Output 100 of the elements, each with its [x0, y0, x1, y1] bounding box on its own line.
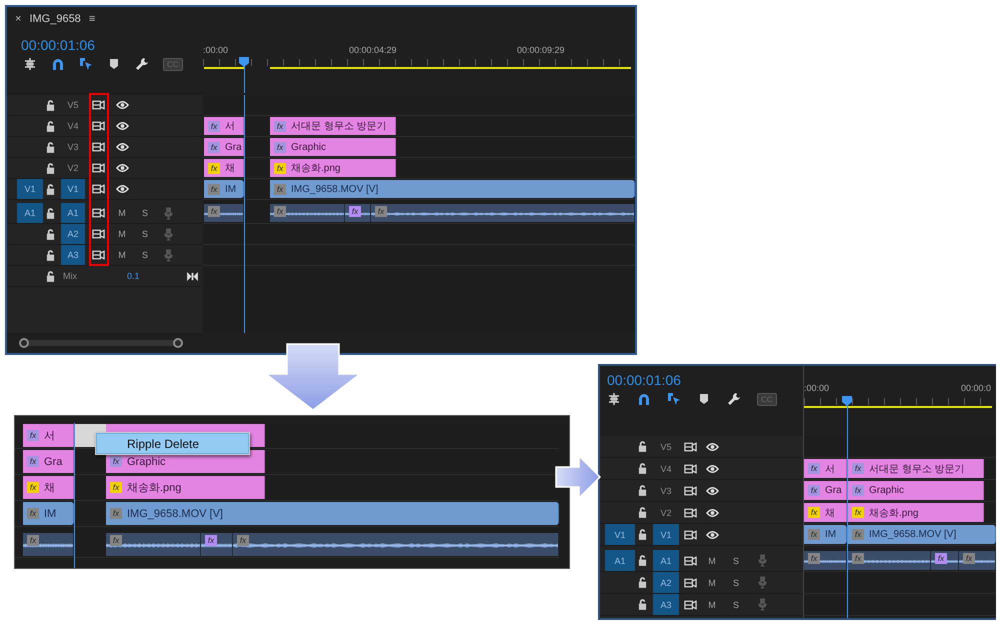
audio-clip[interactable]: fx [201, 533, 233, 556]
tab-title[interactable]: IMG_9658 [29, 13, 81, 25]
lock-icon[interactable] [46, 228, 54, 240]
audio-clip[interactable]: fx [931, 551, 959, 570]
track-target[interactable]: A1 [61, 203, 85, 223]
graphic-clip[interactable]: fx Gra [23, 450, 74, 473]
video-clip[interactable]: fx IM [804, 525, 847, 544]
solo-button[interactable]: S [140, 250, 150, 260]
magnet-icon[interactable] [637, 392, 651, 406]
lock-icon[interactable] [46, 162, 54, 174]
sync-lock-icon[interactable] [92, 163, 104, 173]
track-target[interactable]: A2 [653, 572, 679, 593]
nest-icon[interactable] [607, 392, 621, 406]
graphic-clip[interactable]: fx Gra [204, 138, 244, 156]
marker-icon[interactable] [107, 57, 121, 71]
sync-lock-icon[interactable] [684, 442, 696, 452]
audio-clip[interactable]: fx [371, 204, 635, 222]
sync-lock-icon[interactable] [684, 464, 696, 474]
audio-clip[interactable]: fx [233, 533, 559, 556]
track-target[interactable]: V2 [61, 158, 85, 178]
eye-icon[interactable] [116, 142, 128, 152]
sync-lock-icon[interactable] [684, 508, 696, 518]
sync-lock-icon[interactable] [92, 184, 104, 194]
mute-button[interactable]: M [116, 208, 128, 218]
source-patch[interactable]: A1 [17, 203, 43, 223]
video-clip[interactable]: fx IMG_9658.MOV [V] [270, 180, 635, 198]
track-target[interactable]: V1 [653, 524, 679, 545]
audio-clip[interactable]: fx [204, 204, 244, 222]
video-clip[interactable]: fx IMG_9658.MOV [V] [106, 502, 559, 525]
graphic-clip[interactable]: fx Gra [804, 481, 847, 500]
scroll-bar[interactable] [19, 340, 183, 346]
lock-icon[interactable] [46, 208, 54, 218]
eye-icon[interactable] [116, 100, 128, 110]
track-target[interactable]: A1 [653, 550, 679, 571]
audio-clip[interactable]: fx [270, 204, 345, 222]
source-patch[interactable]: V1 [17, 179, 43, 199]
video-clip[interactable]: fx IM [23, 502, 74, 525]
lock-icon[interactable] [638, 463, 646, 474]
solo-button[interactable]: S [730, 556, 741, 566]
audio-clip[interactable]: fx [23, 533, 74, 556]
sync-lock-icon[interactable] [92, 229, 104, 239]
lock-icon[interactable] [638, 555, 646, 566]
track-target[interactable]: V1 [61, 179, 85, 199]
track-target[interactable]: V5 [61, 95, 85, 115]
graphic-clip[interactable]: fx 채송화.png [270, 159, 396, 177]
source-patch[interactable]: V1 [605, 524, 635, 545]
solo-button[interactable]: S [730, 600, 741, 610]
sync-lock-icon[interactable] [684, 556, 696, 566]
panel-menu-button[interactable]: ≡ [86, 13, 98, 25]
track-target[interactable]: V2 [653, 502, 679, 523]
graphic-clip[interactable]: fx 서대문 형무소 방문기 [848, 459, 984, 478]
lock-icon[interactable] [638, 577, 646, 588]
audio-clip[interactable]: fx [959, 551, 996, 570]
sync-lock-icon[interactable] [92, 142, 104, 152]
close-button[interactable]: × [13, 13, 24, 25]
mix-value[interactable]: 0.1 [127, 271, 140, 281]
playhead-handle[interactable] [842, 396, 852, 406]
mute-button[interactable]: M [706, 600, 718, 610]
lock-icon[interactable] [46, 250, 54, 260]
sync-lock-icon[interactable] [684, 530, 696, 540]
graphic-clip[interactable]: fx 채 [23, 476, 74, 499]
sync-lock-icon[interactable] [92, 250, 104, 260]
track-target[interactable]: V4 [653, 458, 679, 479]
cursor-icon[interactable] [667, 392, 681, 406]
lock-icon[interactable] [46, 270, 54, 282]
lock-icon[interactable] [638, 485, 646, 496]
eye-icon[interactable] [116, 121, 128, 131]
mute-button[interactable]: M [116, 250, 128, 260]
graphic-clip[interactable]: fx 서대문 형무소 방문기 [270, 117, 396, 135]
playhead-handle[interactable] [239, 57, 249, 67]
sync-lock-icon[interactable] [684, 578, 696, 588]
mute-button[interactable]: M [706, 556, 718, 566]
graphic-clip[interactable]: fx 채송화.png [106, 476, 265, 499]
track-target[interactable]: A3 [653, 594, 679, 615]
graphic-clip[interactable]: fx Graphic [270, 138, 396, 156]
audio-clip[interactable]: fx [804, 551, 847, 570]
track-target[interactable]: V5 [653, 436, 679, 457]
track-target[interactable]: V4 [61, 116, 85, 136]
graphic-clip[interactable]: fx 서 [23, 424, 74, 447]
wrench-icon[interactable] [727, 392, 741, 406]
lock-icon[interactable] [46, 184, 54, 194]
lock-icon[interactable] [46, 120, 54, 132]
menu-item[interactable]: Ripple Delete [96, 433, 249, 454]
cursor-icon[interactable] [79, 57, 93, 71]
audio-clip[interactable]: fx [106, 533, 201, 556]
marker-icon[interactable] [697, 392, 711, 406]
track-target[interactable]: V3 [653, 480, 679, 501]
audio-clip[interactable]: fx [345, 204, 371, 222]
sync-lock-icon[interactable] [92, 208, 104, 218]
eye-icon[interactable] [706, 530, 718, 540]
lock-icon[interactable] [638, 599, 646, 610]
lock-icon[interactable] [46, 100, 54, 110]
magnet-icon[interactable] [51, 57, 65, 71]
graphic-clip[interactable]: fx 채 [204, 159, 244, 177]
eye-icon[interactable] [116, 163, 128, 173]
audio-clip[interactable]: fx [848, 551, 931, 570]
lock-icon[interactable] [638, 507, 646, 518]
solo-button[interactable]: S [140, 208, 150, 218]
mute-button[interactable]: M [706, 578, 718, 588]
eye-icon[interactable] [706, 508, 718, 518]
